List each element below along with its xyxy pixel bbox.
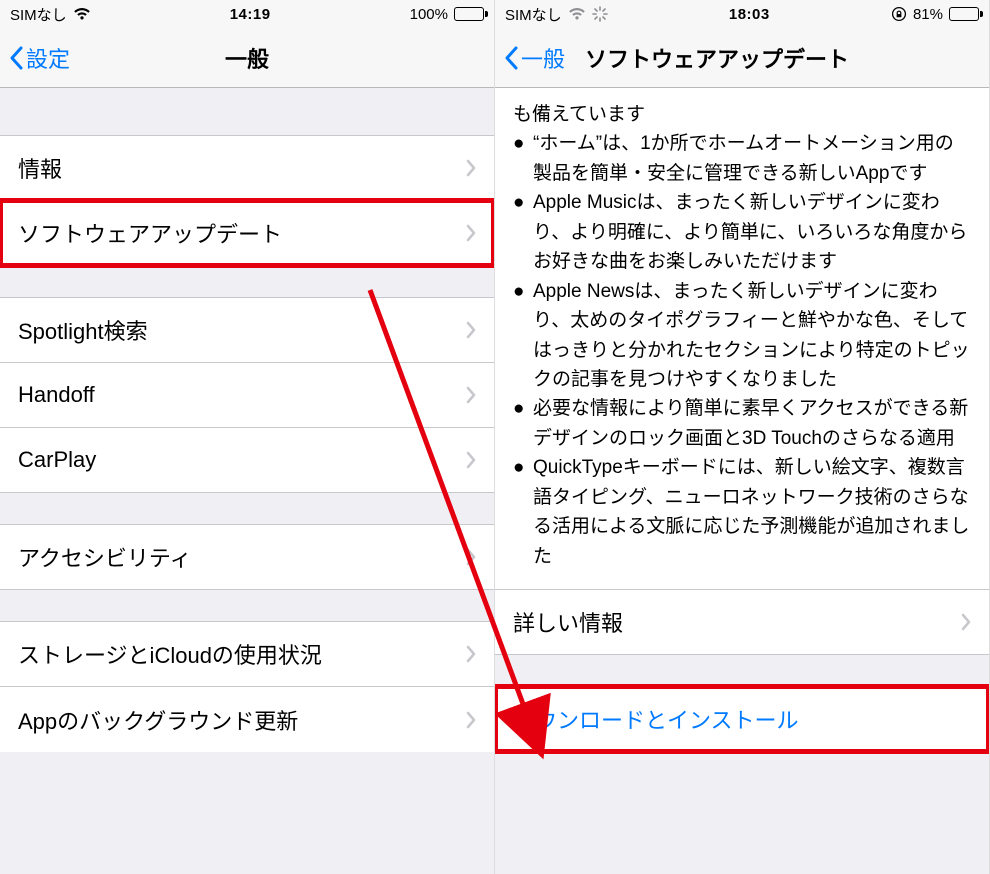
chevron-left-icon	[503, 46, 519, 70]
chevron-right-icon	[466, 386, 476, 404]
row-label: ストレージとiCloudの使用状況	[18, 638, 322, 670]
battery-percent: 81%	[913, 6, 943, 23]
status-left: SIMなし	[505, 4, 608, 25]
chevron-right-icon	[466, 548, 476, 566]
chevron-right-icon	[466, 224, 476, 242]
status-bar: SIMなし 14:19 100%	[0, 0, 494, 28]
group-spacer	[0, 88, 494, 136]
release-notes-bullet: ● 必要な情報により簡単に素早くアクセスができる新デザインのロック画面と3D T…	[513, 394, 971, 453]
group-spacer	[495, 752, 989, 784]
back-button[interactable]: 一般	[503, 42, 565, 74]
row-label: ダウンロードとインストール	[513, 703, 799, 735]
carrier-label: SIMなし	[505, 4, 562, 25]
nav-bar: 一般 ソフトウェアアップデート	[495, 28, 989, 88]
phone-right-software-update: SIMなし 18:03 81%	[495, 0, 990, 874]
chevron-right-icon	[466, 451, 476, 469]
row-label: 情報	[18, 152, 62, 184]
row-download-and-install[interactable]: ダウンロードとインストール	[495, 686, 989, 752]
chevron-right-icon	[961, 613, 971, 631]
bullet-dot-icon: ●	[513, 188, 533, 276]
bullet-dot-icon: ●	[513, 277, 533, 395]
row-background-app-refresh[interactable]: Appのバックグラウンド更新	[0, 686, 494, 752]
row-label: Spotlight検索	[18, 314, 148, 346]
row-storage-icloud[interactable]: ストレージとiCloudの使用状況	[0, 621, 494, 687]
rotation-lock-icon	[891, 6, 907, 22]
row-handoff[interactable]: Handoff	[0, 362, 494, 428]
back-button[interactable]: 設定	[8, 42, 70, 74]
chevron-right-icon	[466, 159, 476, 177]
group-spacer	[0, 493, 494, 525]
group-spacer	[0, 590, 494, 622]
chevron-right-icon	[466, 645, 476, 663]
row-more-info[interactable]: 詳しい情報	[495, 589, 989, 655]
page-title: 一般	[0, 42, 494, 74]
row-label: アクセシビリティ	[18, 541, 192, 573]
release-notes-bullet: ● QuickTypeキーボードには、新しい絵文字、複数言語タイピング、ニューロ…	[513, 453, 971, 571]
chevron-right-icon	[466, 711, 476, 729]
row-carplay[interactable]: CarPlay	[0, 427, 494, 493]
bullet-dot-icon: ●	[513, 453, 533, 571]
status-right: 81%	[891, 6, 979, 23]
battery-icon	[454, 7, 484, 21]
row-accessibility[interactable]: アクセシビリティ	[0, 524, 494, 590]
back-label: 設定	[26, 42, 70, 74]
row-label: CarPlay	[18, 447, 96, 473]
row-info[interactable]: 情報	[0, 135, 494, 201]
bullet-text: Apple Musicは、まったく新しいデザインに変わり、より明確に、より簡単に…	[533, 188, 971, 276]
bullet-text: QuickTypeキーボードには、新しい絵文字、複数言語タイピング、ニューロネッ…	[533, 453, 971, 571]
row-spotlight[interactable]: Spotlight検索	[0, 297, 494, 363]
bullet-dot-icon: ●	[513, 129, 533, 188]
status-left: SIMなし	[10, 4, 91, 25]
status-right: 100%	[410, 6, 484, 23]
page-title: ソフトウェアアップデート	[585, 42, 981, 74]
status-time: 14:19	[230, 6, 271, 23]
wifi-icon	[73, 7, 91, 21]
release-notes-bullet: ● “ホーム”は、1か所でホームオートメーション用の製品を簡単・安全に管理できる…	[513, 129, 971, 188]
wifi-icon	[568, 7, 586, 21]
row-label: Appのバックグラウンド更新	[18, 704, 298, 736]
group-spacer	[0, 266, 494, 298]
bullet-dot-icon: ●	[513, 394, 533, 453]
release-notes-bullet: ● Apple Newsは、まったく新しいデザインに変わり、太めのタイポグラフィ…	[513, 277, 971, 395]
bullet-text: 必要な情報により簡単に素早くアクセスができる新デザインのロック画面と3D Tou…	[533, 394, 971, 453]
release-notes-line: も備えています	[513, 100, 971, 129]
status-bar: SIMなし 18:03 81%	[495, 0, 989, 28]
row-label: ソフトウェアアップデート	[18, 217, 282, 249]
bullet-text: Apple Newsは、まったく新しいデザインに変わり、太めのタイポグラフィーと…	[533, 277, 971, 395]
status-time: 18:03	[729, 6, 770, 23]
carrier-label: SIMなし	[10, 4, 67, 25]
group-spacer	[495, 655, 989, 687]
row-label: Handoff	[18, 382, 95, 408]
phone-left-general: SIMなし 14:19 100% 設定 一般 情報 ソフトウェアアップデー	[0, 0, 495, 874]
chevron-right-icon	[466, 321, 476, 339]
nav-bar: 設定 一般	[0, 28, 494, 88]
battery-percent: 100%	[410, 6, 448, 23]
release-notes[interactable]: も備えています ● “ホーム”は、1か所でホームオートメーション用の製品を簡単・…	[495, 88, 989, 590]
row-label: 詳しい情報	[513, 606, 623, 638]
release-notes-bullet: ● Apple Musicは、まったく新しいデザインに変わり、より明確に、より簡…	[513, 188, 971, 276]
row-software-update[interactable]: ソフトウェアアップデート	[0, 200, 494, 266]
back-label: 一般	[521, 42, 565, 74]
loading-spinner-icon	[592, 6, 608, 22]
chevron-left-icon	[8, 46, 24, 70]
bullet-text: “ホーム”は、1か所でホームオートメーション用の製品を簡単・安全に管理できる新し…	[533, 129, 971, 188]
battery-icon	[949, 7, 979, 21]
